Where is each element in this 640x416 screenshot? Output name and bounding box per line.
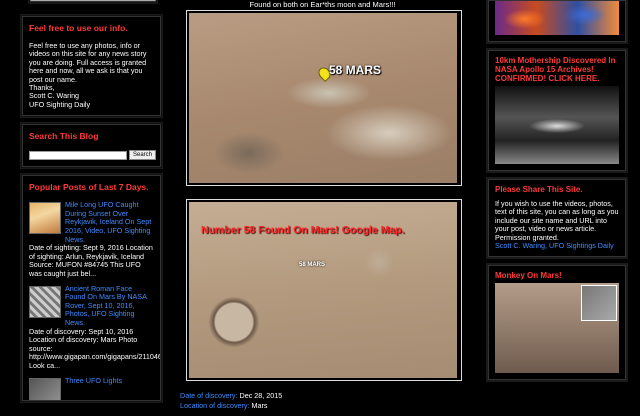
meta-date-key: Date of discovery:	[180, 391, 238, 400]
top-widget-stub	[29, 0, 157, 3]
photo-2-label: Number 58 Found On Mars! Google Map.	[201, 224, 405, 236]
share-signature-link[interactable]: Scott C. Waring, UFO Sightings Daily	[495, 241, 619, 250]
meta-date-value: Dec 28, 2015	[239, 391, 283, 400]
post-title-link[interactable]: Three UFO Lights	[65, 376, 122, 385]
post-snippet: Date of discovery: Sept 10, 2016 Locatio…	[29, 326, 161, 370]
mothership-image[interactable]	[495, 86, 619, 164]
monkey-widget: Monkey On Mars!	[488, 265, 626, 381]
main-content: Found on both on Ear*ths moon and Mars!!…	[180, 0, 465, 416]
mars-photo-1[interactable]: 58 MARS	[189, 13, 457, 183]
post-thumbnail[interactable]	[29, 377, 61, 401]
share-title: Please Share This Site.	[495, 185, 583, 194]
share-widget: Please Share This Site. If you wish to u…	[488, 179, 626, 258]
popular-posts-widget: Popular Posts of Last 7 Days. Mile Long …	[21, 174, 162, 403]
monkey-inset-image	[581, 285, 617, 322]
meta-date: Date of discovery: Dec 28, 2015	[180, 391, 282, 401]
info-text: Feel free to use any photos, info or vid…	[29, 41, 147, 84]
monkey-title: Monkey On Mars!	[495, 271, 562, 281]
post-title-link[interactable]: Mile Long UFO Caught During Sunset Over …	[65, 200, 151, 243]
photo-2-sublabel: 58 MARS	[299, 262, 326, 268]
top-caption: Found on both on Ear*ths moon and Mars!!…	[249, 0, 396, 9]
top-banner-widget	[488, 0, 626, 42]
search-button[interactable]: Search	[129, 150, 157, 161]
left-sidebar: Feel free to use our info. Feel free to …	[21, 0, 162, 409]
popular-post: Three UFO Lights	[29, 376, 154, 401]
post-thumbnail[interactable]	[29, 285, 61, 318]
search-widget: Search This Blog Search	[21, 123, 162, 169]
info-widget-title: Feel free to use our info.	[29, 23, 128, 33]
info-sig-site: UFO Sighting Daily	[29, 99, 91, 109]
monkey-on-mars-image[interactable]	[495, 283, 619, 374]
meta-location: Location of discovery: Mars	[180, 401, 282, 411]
popular-post: Ancient Roman Face Found On Mars By NASA…	[29, 284, 161, 371]
mothership-widget: 10km Mothership Discovered In NASA Apoll…	[488, 50, 626, 171]
search-input[interactable]	[29, 150, 127, 160]
post-title-link[interactable]: Ancient Roman Face Found On Mars By NASA…	[65, 284, 147, 327]
right-sidebar: 10km Mothership Discovered In NASA Apoll…	[488, 0, 626, 388]
share-text: If you wish to use the videos, photos, t…	[495, 199, 619, 250]
search-row: Search	[29, 150, 157, 161]
meta-location-key: Location of discovery:	[180, 401, 250, 410]
photo-1-label: 58 MARS	[329, 63, 382, 77]
post-thumbnail[interactable]	[29, 202, 61, 235]
search-widget-title: Search This Blog	[29, 131, 99, 142]
mars-photo-2[interactable]: Number 58 Found On Mars! Google Map. 58 …	[189, 202, 457, 378]
info-widget-text: Feel free to use any photos, info or vid…	[29, 41, 154, 109]
post-snippet: Date of sighting: Sept 9, 2016 Location …	[29, 243, 153, 278]
popular-posts-title: Popular Posts of Last 7 Days.	[29, 182, 149, 193]
meta-location-value: Mars	[251, 401, 268, 410]
post-meta: Date of discovery: Dec 28, 2015 Location…	[180, 391, 282, 411]
popular-post: Mile Long UFO Caught During Sunset Over …	[29, 200, 154, 278]
share-body: If you wish to use the videos, photos, t…	[495, 199, 619, 242]
nebula-banner-image[interactable]	[495, 1, 619, 35]
mars-image-frame-2: Number 58 Found On Mars! Google Map. 58 …	[186, 199, 462, 381]
info-widget: Feel free to use our info. Feel free to …	[21, 14, 162, 118]
mothership-title-link[interactable]: 10km Mothership Discovered In NASA Apoll…	[495, 56, 619, 83]
mars-image-frame-1: 58 MARS	[186, 10, 462, 186]
